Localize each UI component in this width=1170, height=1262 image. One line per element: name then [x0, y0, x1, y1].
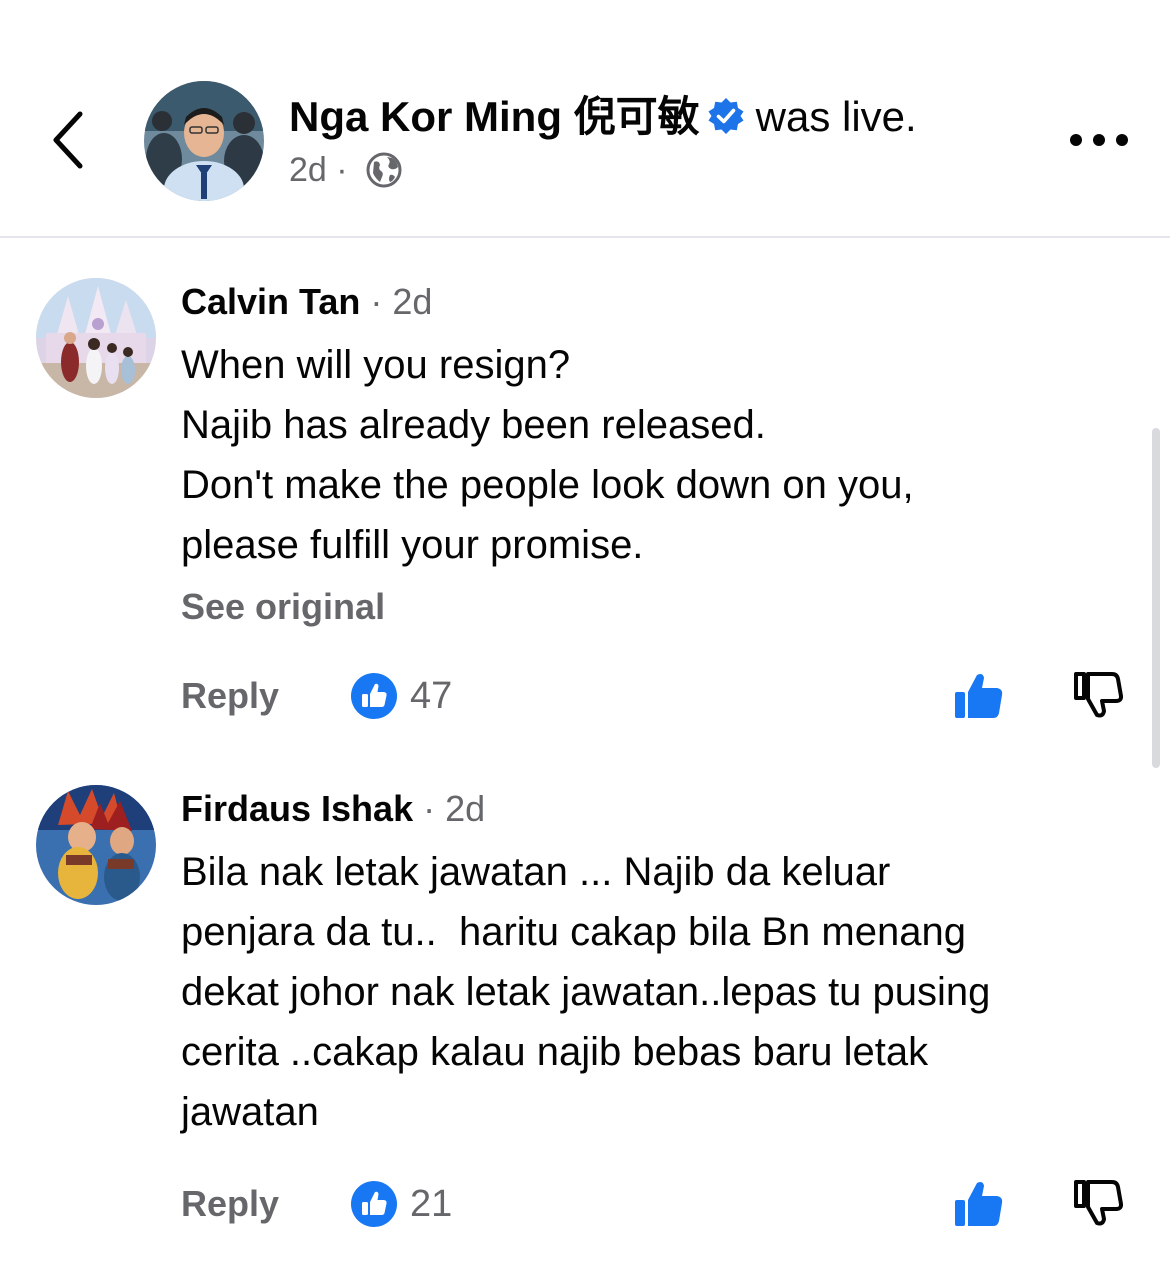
more-horizontal-icon[interactable]	[1064, 125, 1134, 155]
meta-separator: ·	[336, 151, 348, 189]
verified-badge-icon	[708, 98, 744, 134]
commenter-avatar[interactable]	[36, 278, 156, 398]
reaction-summary[interactable]: 47	[350, 672, 452, 720]
poster-name[interactable]: Nga Kor Ming 倪可敏	[289, 93, 700, 140]
post-title: Nga Kor Ming 倪可敏 was live.	[289, 92, 917, 142]
comment-header: Calvin Tan · 2d	[181, 280, 432, 324]
comment-text: Bila nak letak jawatan ... Najib da kelu…	[181, 850, 991, 1134]
thumbs-up-icon[interactable]	[952, 1178, 1004, 1228]
chevron-left-icon[interactable]	[40, 100, 100, 180]
comment-time[interactable]: · 2d	[423, 788, 485, 829]
post-header: Nga Kor Ming 倪可敏 was live. 2d ·	[0, 0, 1170, 238]
post-action-text: was live.	[755, 93, 917, 140]
post-time[interactable]: 2d	[289, 151, 327, 189]
comment-author[interactable]: Firdaus Ishak	[181, 788, 413, 829]
comment-author[interactable]: Calvin Tan	[181, 281, 360, 322]
like-reaction-icon	[351, 1181, 397, 1227]
like-count: 47	[410, 675, 453, 717]
reply-button[interactable]: Reply	[181, 1182, 279, 1226]
comment-text: When will you resign? Najib has already …	[181, 343, 914, 567]
thumbs-down-icon[interactable]	[1072, 1178, 1124, 1228]
comment-time[interactable]: · 2d	[370, 281, 432, 322]
globe-icon	[366, 152, 402, 188]
like-reaction-icon	[351, 673, 397, 719]
post-meta: 2d ·	[289, 148, 403, 192]
reaction-summary[interactable]: 21	[350, 1180, 452, 1228]
reply-button[interactable]: Reply	[181, 674, 279, 718]
commenter-avatar[interactable]	[36, 785, 156, 905]
like-count: 21	[410, 1183, 453, 1225]
poster-avatar[interactable]	[144, 81, 264, 201]
scrollbar[interactable]	[1152, 428, 1160, 768]
thumbs-down-icon[interactable]	[1072, 670, 1124, 720]
thumbs-up-icon[interactable]	[952, 670, 1004, 720]
see-original-link[interactable]: See original	[181, 585, 385, 629]
comment-header: Firdaus Ishak · 2d	[181, 787, 485, 831]
